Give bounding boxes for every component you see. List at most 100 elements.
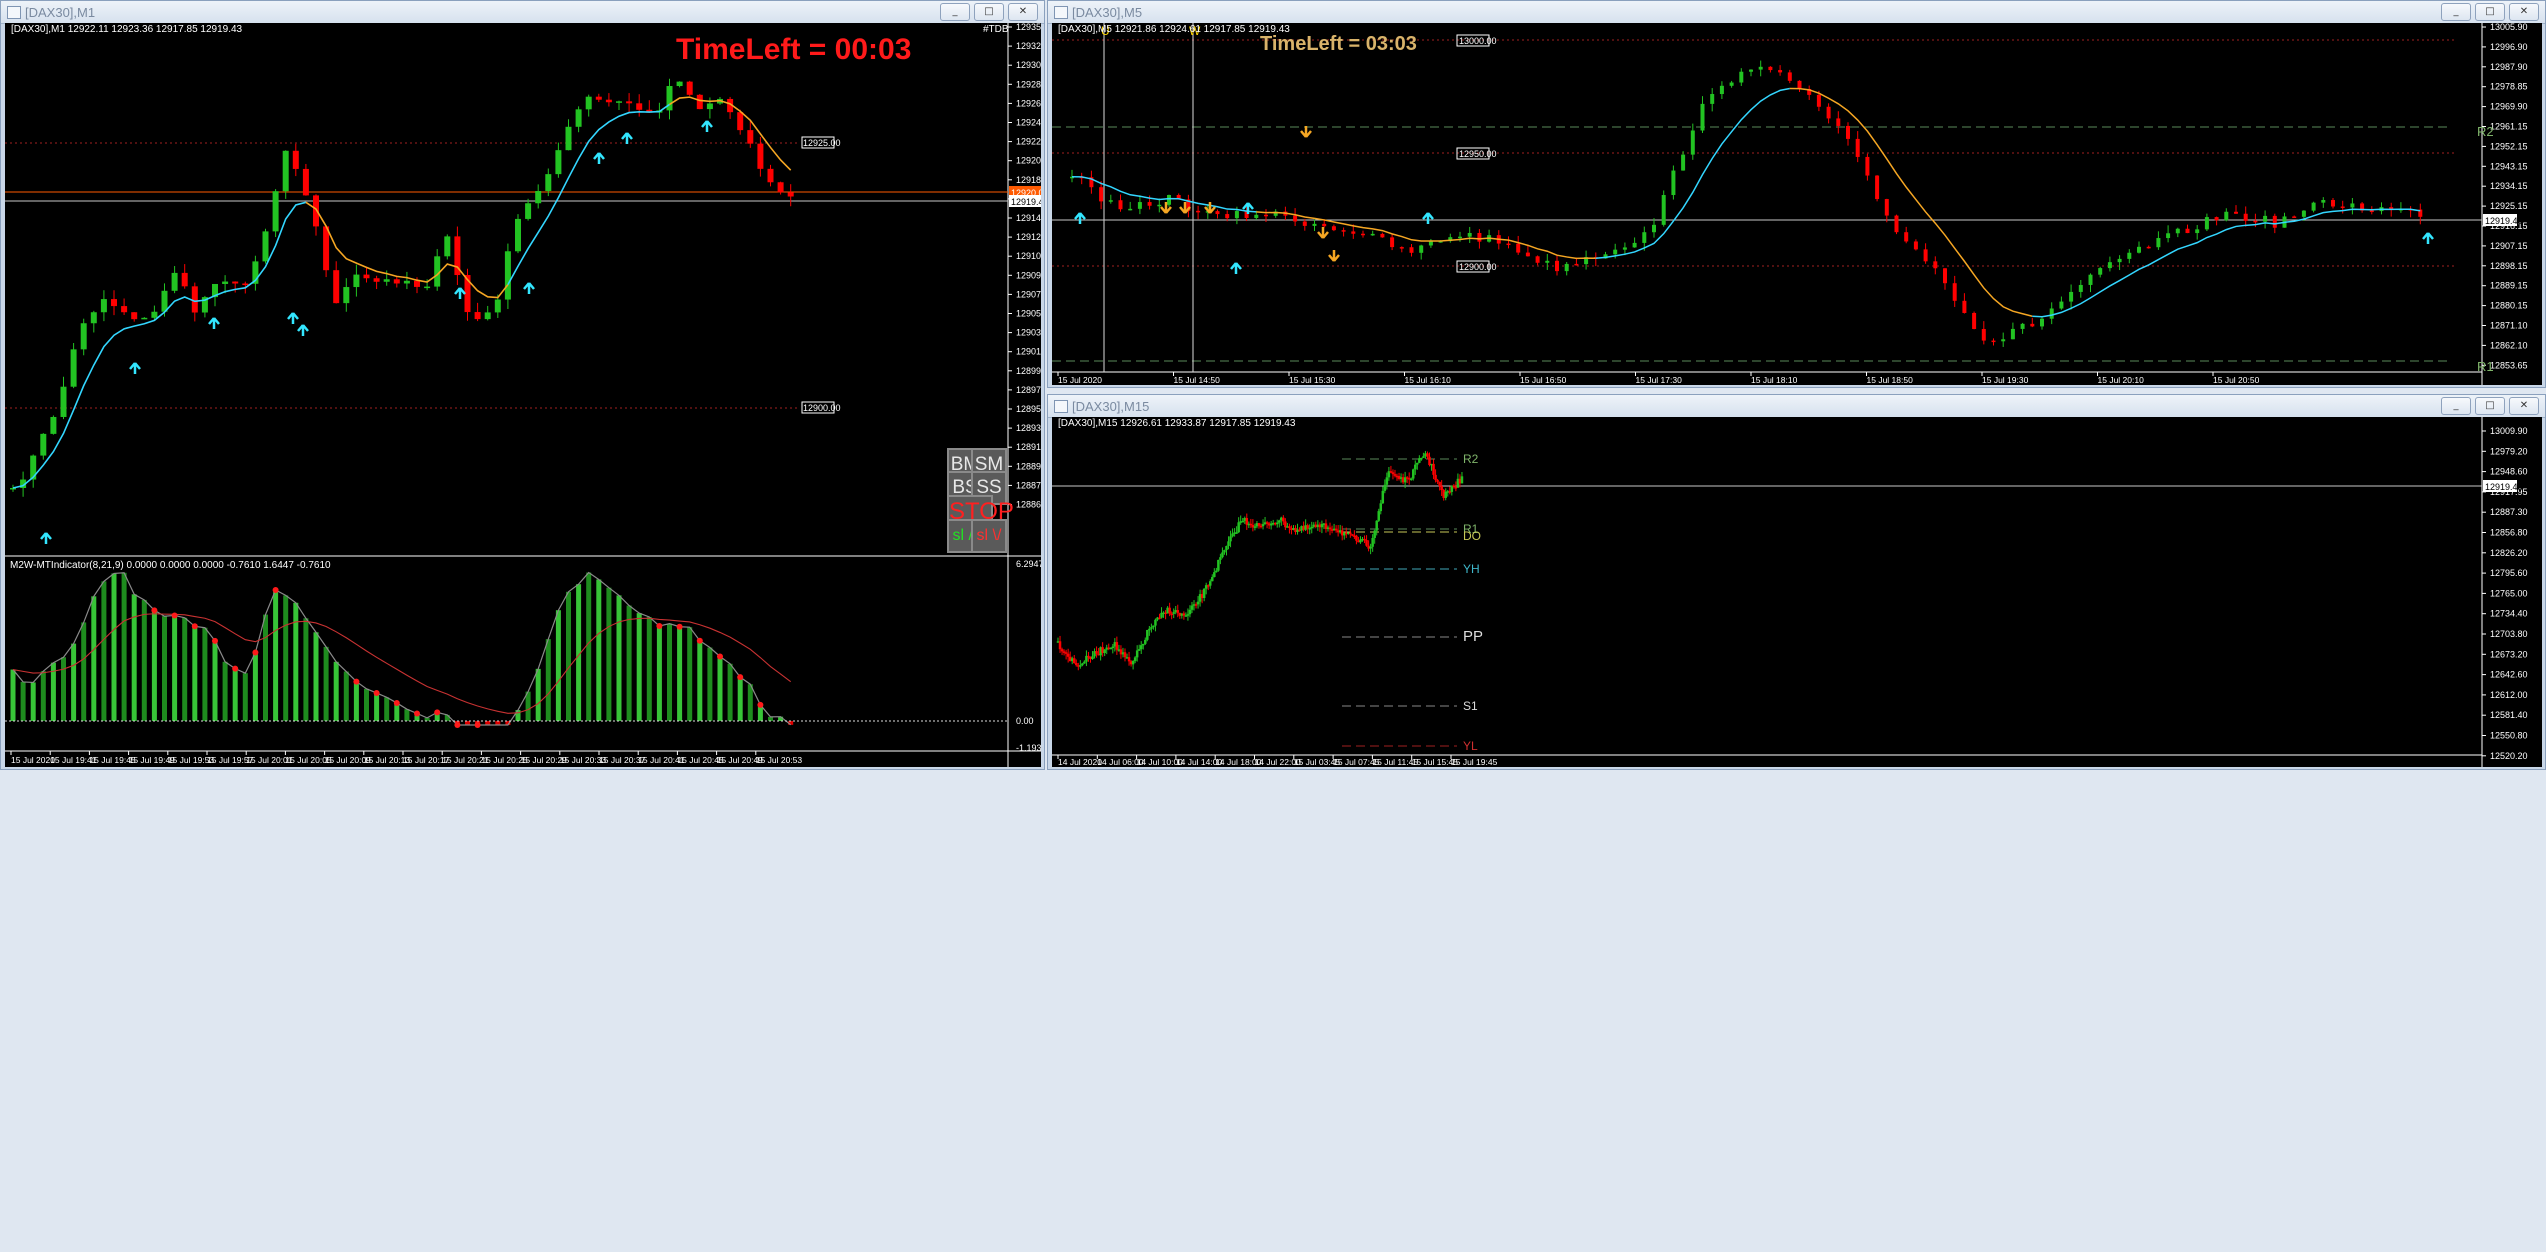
candle-body	[181, 272, 188, 287]
buy-arrow-icon	[287, 312, 299, 324]
m15-chart-canvas[interactable]: 13009.9012979.2012948.6012917.9512887.30…	[1052, 417, 2542, 767]
price-tick-label: 12969.90	[2490, 102, 2528, 112]
candle-body	[2059, 301, 2064, 309]
candle-body	[535, 191, 542, 204]
candle-body	[2088, 274, 2093, 285]
level-label: 12950.00	[1459, 149, 1497, 159]
level-label-lower: 12900.00	[803, 403, 841, 413]
candle-body	[565, 126, 572, 151]
histogram-bar	[343, 671, 349, 721]
time-tick-label: 15 Jul 18:50	[1867, 375, 1914, 385]
price-tick-label: 12703.80	[2490, 629, 2528, 639]
candle-body	[1399, 247, 1404, 249]
time-tick-label: 15 Jul 20:53	[756, 755, 803, 765]
m5-window-title: [DAX30],M5	[1072, 5, 1143, 20]
candle-body	[1241, 520, 1244, 523]
indicator-dot	[232, 665, 239, 672]
candle-body	[1369, 546, 1372, 549]
candle-body	[171, 272, 178, 291]
indicator-dot	[272, 586, 279, 593]
close-button[interactable]: ✕	[2509, 3, 2539, 21]
candle-body	[363, 274, 370, 279]
candle-body	[1422, 456, 1425, 458]
candle-body	[2098, 268, 2103, 275]
candle-body	[1137, 649, 1141, 651]
candle-body	[1375, 520, 1378, 531]
candle-body	[272, 191, 279, 232]
histogram-bar	[111, 573, 117, 721]
m5-chart-canvas[interactable]: 13005.90 12996.90 12987.90 12978.85 12969.90…	[1052, 22, 2542, 385]
candle-body	[1312, 223, 1317, 226]
sl-down-button[interactable]: sl \/	[971, 519, 1007, 553]
m15-chart-info: [DAX30],M15 12926.61 12933.87 12917.85 1…	[1058, 418, 1296, 429]
histogram-bar	[252, 652, 258, 721]
m5-titlebar[interactable]: [DAX30],M5 _ □ ✕	[1048, 1, 2545, 24]
indicator-slow-line	[12, 613, 792, 714]
m5-chart-window[interactable]: [DAX30],M5 _ □ ✕ 13005.90 12996.90 12987.9…	[1047, 0, 2546, 388]
candle-body	[585, 96, 592, 110]
candle-body	[1237, 522, 1240, 533]
candle-body	[1349, 532, 1352, 535]
indicator-dot	[656, 622, 663, 629]
buy-arrow-icon	[701, 120, 713, 132]
m1-chart-canvas[interactable]: 12935.85 12932.05 12930.10 12928.20 12926.30…	[5, 22, 1054, 767]
buy-arrow-icon	[1230, 262, 1242, 274]
price-tick-label: 12978.85	[2490, 82, 2528, 92]
candle-body	[1351, 231, 1356, 234]
candle-body	[2127, 252, 2132, 259]
m15-titlebar[interactable]: [DAX30],M15 _ □ ✕	[1048, 395, 2545, 418]
pivot-label: R2	[1463, 452, 1479, 466]
candle-body	[1613, 249, 1618, 255]
m1-chart-window[interactable]: [DAX30],M1 _ □ ✕ 12935.85 12932.05 12930.1…	[0, 0, 1054, 770]
candle-body	[1288, 526, 1291, 529]
m1-titlebar[interactable]: [DAX30],M1 _ □ ✕	[1, 1, 1044, 24]
minimize-button[interactable]: _	[2441, 3, 2471, 21]
histogram-bar	[40, 671, 46, 721]
candle-body	[1128, 208, 1133, 211]
close-button[interactable]: ✕	[2509, 397, 2539, 415]
indicator-dot	[696, 637, 703, 644]
candle-body	[1409, 247, 1414, 253]
candle-body	[1072, 658, 1076, 664]
candle-body	[1690, 130, 1695, 155]
maximize-button[interactable]: □	[2475, 397, 2505, 415]
m5-chart-svg: 13005.90 12996.90 12987.90 12978.85 12969.90…	[1052, 22, 2528, 385]
price-tick-label: 12987.90	[2490, 62, 2528, 72]
candle-body	[1913, 241, 1918, 250]
ma-line-up	[2032, 208, 2421, 318]
pivot-label: PP	[1463, 628, 1483, 645]
m1-timeleft: TimeLeft = 00:03	[676, 33, 912, 66]
pivot-label: S1	[1463, 699, 1478, 713]
candle-body	[1855, 138, 1860, 157]
minimize-button[interactable]: _	[2441, 397, 2471, 415]
candle-body	[2156, 238, 2161, 248]
price-tick-label: 12910.95	[1016, 251, 1041, 261]
minimize-button[interactable]: _	[940, 3, 970, 21]
maximize-button[interactable]: □	[2475, 3, 2505, 21]
maximize-button[interactable]: □	[974, 3, 1004, 21]
candle-body	[1574, 263, 1579, 266]
histogram-bar	[707, 647, 713, 721]
close-button[interactable]: ✕	[1008, 3, 1038, 21]
candle-body	[292, 150, 299, 169]
buy-arrow-icon	[1422, 212, 1434, 224]
m1-chart-info: [DAX30],M1 12922.11 12923.36 12917.85 12…	[11, 24, 243, 35]
candle-body	[333, 270, 340, 304]
candle-body	[1894, 215, 1899, 233]
indicator-scale-zero: 0.00	[1016, 716, 1034, 726]
candle-body	[2020, 323, 2025, 329]
candle-body	[1414, 464, 1417, 470]
candle-body	[1064, 652, 1068, 654]
m1-indicator-title: M2W-MTIndicator(8,21,9) 0.0000 0.0000 0.…	[10, 560, 331, 571]
candle-body	[1215, 570, 1218, 573]
time-tick-label: 15 Jul 18:10	[1751, 375, 1798, 385]
candle-body	[111, 299, 117, 307]
m15-chart-window[interactable]: [DAX30],M15 _ □ ✕ 13009.90 12979.20 12948.…	[1047, 394, 2546, 770]
candle-body	[1460, 476, 1464, 484]
candle-body	[2369, 210, 2374, 213]
price-tick-label: 12899.45	[1016, 366, 1041, 376]
candle-body	[2146, 246, 2151, 249]
histogram-bar	[616, 595, 622, 721]
candle-body	[1826, 106, 1831, 119]
candle-body	[343, 287, 350, 304]
